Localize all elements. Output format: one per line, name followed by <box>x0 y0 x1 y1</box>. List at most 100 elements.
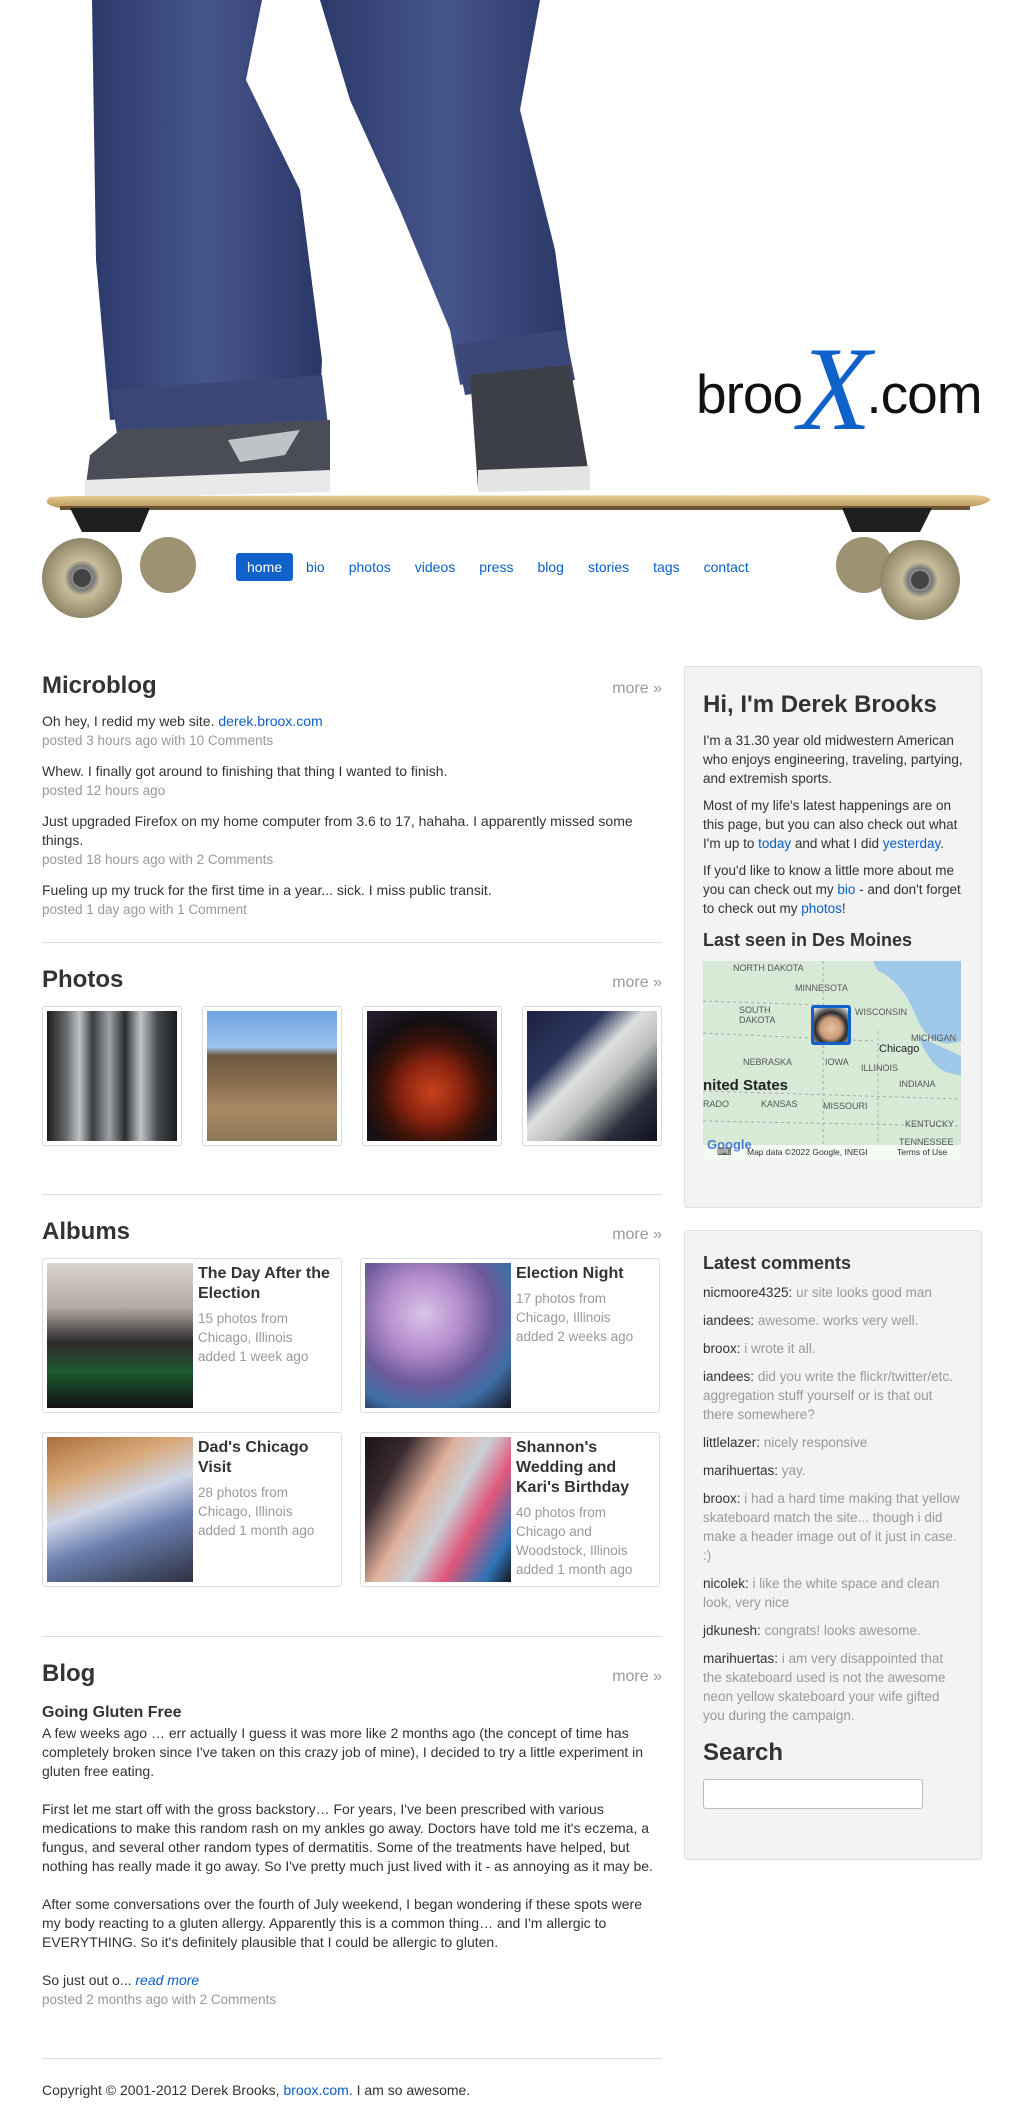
blog-meta[interactable]: posted 2 months ago with 2 Comments <box>42 1990 662 2009</box>
comment-item[interactable]: jdkunesh: congrats! looks awesome. <box>703 1621 963 1640</box>
blog-more-link[interactable]: more » <box>612 1668 662 1686</box>
comment-item[interactable]: broox: i wrote it all. <box>703 1339 963 1358</box>
album-cover <box>47 1437 193 1582</box>
about-text: ! <box>841 901 846 916</box>
album-added: added 1 month ago <box>516 1562 633 1577</box>
photo-thumbnail[interactable] <box>202 1006 342 1146</box>
microblog-link[interactable]: derek.broox.com <box>218 713 322 729</box>
comment-item[interactable]: iandees: awesome. works very well. <box>703 1311 963 1330</box>
album-card[interactable]: Dad's Chicago Visit 28 photos from Chica… <box>42 1432 342 1587</box>
album-added: added 2 weeks ago <box>516 1329 634 1344</box>
map-label: INDIANA <box>899 1079 936 1089</box>
album-card[interactable]: Election Night 17 photos from Chicago, I… <box>360 1258 660 1413</box>
map-label: MINNESOTA <box>795 983 848 993</box>
nav-bio[interactable]: bio <box>295 553 336 581</box>
album-added: added 1 month ago <box>198 1523 315 1538</box>
comment-item[interactable]: littlelazer: nicely responsive <box>703 1433 963 1452</box>
location-pin-avatar[interactable] <box>811 1005 851 1045</box>
yesterday-link[interactable]: yesterday <box>883 836 941 851</box>
map-label: IOWA <box>825 1057 849 1067</box>
microblog-meta[interactable]: posted 3 hours ago with 10 Comments <box>42 731 662 750</box>
today-link[interactable]: today <box>758 836 791 851</box>
album-info: 17 photos from Chicago, Illinois added 2… <box>516 1289 649 1346</box>
read-more-link[interactable]: read more <box>135 1972 199 1988</box>
nav-contact[interactable]: contact <box>693 553 760 581</box>
divider <box>42 942 662 943</box>
location-map[interactable]: NORTH DAKOTA MINNESOTA SOUTH DAKOTA WISC… <box>703 961 961 1159</box>
site-logo[interactable]: brooX.com <box>696 329 983 449</box>
album-card[interactable]: Shannon's Wedding and Kari's Birthday 40… <box>360 1432 660 1587</box>
comment-user: nicolek: <box>703 1576 749 1591</box>
map-label: KENTUCKY <box>905 1119 955 1129</box>
nav-home[interactable]: home <box>236 553 294 581</box>
nav-videos[interactable]: videos <box>404 553 466 581</box>
photo-thumbnail[interactable] <box>42 1006 182 1146</box>
microblog-item: Just upgraded Firefox on my home compute… <box>42 812 662 869</box>
comment-user: nicmoore4325: <box>703 1285 793 1300</box>
album-count: 28 photos from <box>198 1485 289 1500</box>
comment-item[interactable]: broox: i had a hard time making that yel… <box>703 1489 963 1565</box>
about-title: Hi, I'm Derek Brooks <box>703 691 937 718</box>
photo-thumbnail[interactable] <box>522 1006 662 1146</box>
map-terms-link[interactable]: Terms of Use <box>897 1147 947 1157</box>
map-label: MISSOURI <box>823 1101 868 1111</box>
album-count: 40 photos from <box>516 1505 607 1520</box>
photos-section: Photos more » <box>42 966 662 1156</box>
bio-link[interactable]: bio <box>837 882 855 897</box>
photos-title: Photos <box>42 966 124 993</box>
footer-link[interactable]: broox.com <box>283 2082 348 2098</box>
search-input[interactable] <box>703 1779 923 1809</box>
comment-item[interactable]: nicmoore4325: ur site looks good man <box>703 1283 963 1302</box>
album-info: 28 photos from Chicago, Illinois added 1… <box>198 1483 331 1540</box>
divider <box>42 1636 662 1637</box>
comment-text: awesome. works very well. <box>757 1313 919 1328</box>
photo-thumbnail[interactable] <box>362 1006 502 1146</box>
microblog-text: Whew. I finally got around to finishing … <box>42 763 448 779</box>
comment-item[interactable]: iandees: did you write the flickr/twitte… <box>703 1367 963 1424</box>
comment-item[interactable]: nicolek: i like the white space and clea… <box>703 1574 963 1612</box>
blog-paragraph: After some conversations over the fourth… <box>42 1896 642 1950</box>
nav-tags[interactable]: tags <box>642 553 690 581</box>
nav-photos[interactable]: photos <box>338 553 402 581</box>
album-card[interactable]: The Day After the Election 15 photos fro… <box>42 1258 342 1413</box>
logo-x: X <box>798 322 871 455</box>
comment-item[interactable]: marihuertas: i am very disappointed that… <box>703 1649 963 1725</box>
blog-title: Blog <box>42 1660 96 1687</box>
comment-text: ur site looks good man <box>796 1285 932 1300</box>
nav-blog[interactable]: blog <box>526 553 574 581</box>
microblog-meta[interactable]: posted 12 hours ago <box>42 781 662 800</box>
comment-user: marihuertas: <box>703 1463 779 1478</box>
about-paragraph: If you'd like to know a little more abou… <box>703 861 963 918</box>
nav-press[interactable]: press <box>468 553 524 581</box>
photo-image <box>47 1011 177 1141</box>
microblog-item: Oh hey, I redid my web site. derek.broox… <box>42 712 662 750</box>
photos-link[interactable]: photos <box>801 901 842 916</box>
comment-item[interactable]: marihuertas: yay. <box>703 1461 963 1480</box>
albums-more-link[interactable]: more » <box>612 1226 662 1244</box>
album-place: Chicago, Illinois <box>516 1310 611 1325</box>
map-label: NEBRASKA <box>743 1057 793 1067</box>
microblog-meta[interactable]: posted 18 hours ago with 2 Comments <box>42 850 662 869</box>
microblog-more-link[interactable]: more » <box>612 680 662 698</box>
microblog-section: Microblog more » Oh hey, I redid my web … <box>42 672 662 919</box>
map-label: TENNESSEE <box>899 1137 954 1147</box>
comment-user: littlelazer: <box>703 1435 761 1450</box>
comment-text: i wrote it all. <box>744 1341 816 1356</box>
map-attribution: Map data ©2022 Google, INEGI <box>747 1147 868 1157</box>
microblog-title: Microblog <box>42 672 157 699</box>
comment-user: iandees: <box>703 1369 755 1384</box>
main-nav: home bio photos videos press blog storie… <box>236 553 762 581</box>
photo-image <box>527 1011 657 1141</box>
comment-text: i had a hard time making that yellow ska… <box>703 1491 960 1563</box>
album-info: 40 photos from Chicago and Woodstock, Il… <box>516 1503 649 1579</box>
comments-title: Latest comments <box>703 1253 852 1273</box>
photos-more-link[interactable]: more » <box>612 974 662 992</box>
microblog-text: Just upgraded Firefox on my home compute… <box>42 813 633 848</box>
album-title: The Day After the Election <box>198 1265 330 1302</box>
albums-title: Albums <box>42 1218 131 1245</box>
keyboard-icon[interactable]: ⌨ <box>717 1147 731 1158</box>
nav-stories[interactable]: stories <box>577 553 640 581</box>
comment-user: broox: <box>703 1491 741 1506</box>
blog-post-title[interactable]: Going Gluten Free <box>42 1704 662 1722</box>
microblog-meta[interactable]: posted 1 day ago with 1 Comment <box>42 900 662 919</box>
